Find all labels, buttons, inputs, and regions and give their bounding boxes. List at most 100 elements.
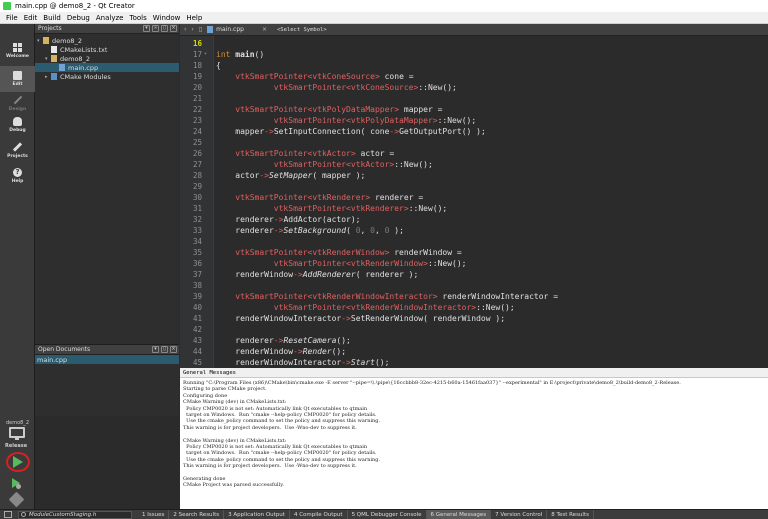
window-title: main.cpp @ demo8_2 - Qt Creator [15,2,135,10]
line-number: 43 [192,336,202,345]
menu-build[interactable]: Build [43,14,61,22]
code-text: int main() [216,50,265,59]
code-line[interactable]: 21 [180,93,768,104]
output-tab[interactable]: 5 QML Debugger Console [348,509,427,519]
forward-arrow-icon[interactable]: › [191,26,193,33]
code-line[interactable]: 44 renderWindow->Render(); [180,346,768,357]
run-button[interactable] [6,452,30,472]
tree-item[interactable]: CMakeLists.txt [35,45,179,54]
code-line[interactable]: 28 actor->SetMapper( mapper ); [180,170,768,181]
code-text: vtkSmartPointer<vtkRenderWindowInteracto… [273,303,515,312]
tree-item-label: CMakeLists.txt [60,45,108,54]
code-line[interactable]: 22 vtkSmartPointer<vtkPolyDataMapper> ma… [180,104,768,115]
code-line[interactable]: 23 vtkSmartPointer<vtkPolyDataMapper>::N… [180,115,768,126]
output-tab[interactable]: 2 Search Results [169,509,225,519]
code-editor[interactable]: 16 17 ▾ int main() 18 {19 vtkSmartPointer<vtk… [180,36,768,368]
start-debugging-button[interactable] [12,478,21,489]
menu-window[interactable]: Window [153,14,181,22]
code-line[interactable]: 19 vtkSmartPointer<vtkConeSource> cone = [180,71,768,82]
mode-projects[interactable]: Projects [0,137,35,163]
code-line[interactable]: 35 vtkSmartPointer<vtkRenderWindow> rend… [180,247,768,258]
qt-creator-app-icon [3,2,11,10]
output-tab[interactable]: 6 General Messages [426,509,492,519]
open-docs-split-icon[interactable]: ▯ [161,346,168,353]
sync-link-icon[interactable]: ∞ [152,25,159,32]
code-line[interactable]: 40 vtkSmartPointer<vtkRenderWindowIntera… [180,302,768,313]
menu-file[interactable]: File [6,14,18,22]
output-tab[interactable]: 8 Test Results [547,509,594,519]
split-editor-icon[interactable]: ▯ [199,26,202,33]
code-line[interactable]: 18 { [180,60,768,71]
code-line[interactable]: 20 vtkSmartPointer<vtkConeSource>::New()… [180,82,768,93]
code-line[interactable]: 33 renderer->SetBackground( 0, 0, 0 ); [180,225,768,236]
code-line[interactable]: 24 mapper->SetInputConnection( cone->Get… [180,126,768,137]
code-line[interactable]: 41 renderWindowInteractor->SetRenderWind… [180,313,768,324]
code-line[interactable]: 42 [180,324,768,335]
tree-item[interactable]: ▸ CMake Modules [35,72,179,81]
help-question-icon: ? [13,168,22,177]
menu-help[interactable]: Help [186,14,202,22]
tree-item-label: demo8_2 [60,54,90,63]
mode-debug[interactable]: Debug [0,112,35,138]
code-line[interactable]: 27 vtkSmartPointer<vtkActor>::New(); [180,159,768,170]
filter-icon[interactable]: ▾ [143,25,150,32]
code-line[interactable]: 25 [180,137,768,148]
menu-debug[interactable]: Debug [67,14,90,22]
code-line[interactable]: 26 vtkSmartPointer<vtkActor> actor = [180,148,768,159]
back-arrow-icon[interactable]: ‹ [184,26,186,33]
fold-arrow-icon[interactable]: ▾ [204,49,207,60]
code-text: vtkSmartPointer<vtkRenderWindowInteracto… [235,292,559,301]
menu-analyze[interactable]: Analyze [96,14,124,22]
code-line[interactable]: 32 renderer->AddActor(actor); [180,214,768,225]
open-documents-header: Open Documents ▾ ▯ × [35,345,179,355]
code-line[interactable]: 45 renderWindowInteractor->Start(); [180,357,768,368]
toggle-sidebar-icon[interactable] [4,511,12,518]
code-line[interactable]: 16 [180,38,768,49]
mode-edit[interactable]: Edit [0,66,35,92]
locator-input[interactable]: ModuleCustomStaging.h [18,510,132,519]
code-line[interactable]: 31 vtkSmartPointer<vtkRenderer>::New(); [180,203,768,214]
symbol-selector[interactable]: <Select Symbol> [277,27,327,33]
menu-edit[interactable]: Edit [24,14,38,22]
close-document-icon[interactable]: × [262,26,267,33]
output-tab[interactable]: 7 Version Control [491,509,548,519]
open-document-item[interactable]: main.cpp [35,355,179,364]
line-number: 30 [192,193,202,202]
close-pane-icon[interactable]: × [170,25,177,32]
tree-item[interactable]: main.cpp [35,63,179,72]
code-line[interactable]: 17 ▾ int main() [180,49,768,60]
project-tree: ▾ demo8_2 CMakeLists.txt ▾ demo8_2 main.cpp ▸ C… [35,34,179,81]
code-line[interactable]: 29 [180,181,768,192]
code-line[interactable]: 37 renderWindow->AddRenderer( renderer )… [180,269,768,280]
mode-welcome[interactable]: Welcome [0,38,35,64]
code-line[interactable]: 30 vtkSmartPointer<vtkRenderer> renderer… [180,192,768,203]
code-text: vtkSmartPointer<vtkActor>::New(); [273,160,433,169]
open-docs-filter-icon[interactable]: ▾ [152,346,159,353]
output-tab[interactable]: 3 Application Output [224,509,290,519]
tree-item[interactable]: ▾ demo8_2 [35,36,179,45]
line-number: 18 [192,61,202,70]
split-icon[interactable]: ▯ [161,25,168,32]
kit-selector-monitor-icon[interactable] [9,427,25,438]
line-number: 39 [192,292,202,301]
status-bar: ModuleCustomStaging.h 1 Issues 2 Search R… [0,509,768,519]
menu-tools[interactable]: Tools [129,14,146,22]
mode-help[interactable]: ? Help [0,163,35,189]
open-docs-close-icon[interactable]: × [170,346,177,353]
code-text: renderWindowInteractor->Start(); [216,358,390,367]
line-number: 23 [192,116,202,125]
line-number: 16 [192,39,202,48]
projects-wrench-icon [12,141,23,152]
code-line[interactable]: 36 vtkSmartPointer<vtkRenderWindow>::New… [180,258,768,269]
code-line[interactable]: 34 [180,236,768,247]
output-tab[interactable]: 4 Compile Output [290,509,348,519]
tree-item[interactable]: ▾ demo8_2 [35,54,179,63]
output-tab[interactable]: 1 Issues [138,509,170,519]
cmake-icon [51,73,57,80]
code-line[interactable]: 43 renderer->ResetCamera(); [180,335,768,346]
editor-filename[interactable]: main.cpp [216,26,244,33]
code-line[interactable]: 38 [180,280,768,291]
projects-pane: Projects ▾ ∞ ▯ × ▾ demo8_2 CMakeLists.txt ▾… [35,24,179,344]
code-line[interactable]: 39 vtkSmartPointer<vtkRenderWindowIntera… [180,291,768,302]
title-bar: main.cpp @ demo8_2 - Qt Creator [0,0,768,12]
